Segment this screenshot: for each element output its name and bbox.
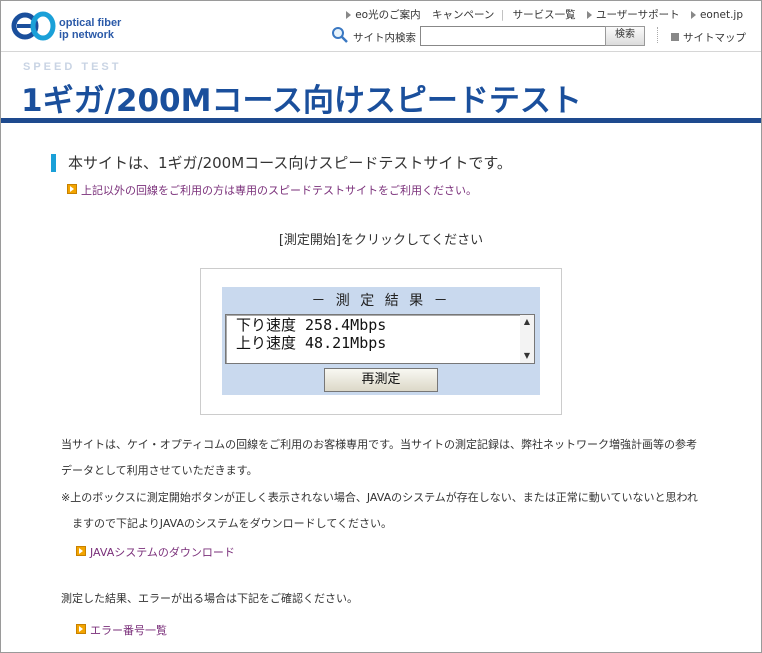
nav-eonet[interactable]: eonet.jp	[690, 9, 743, 21]
java-notice-line-2: ますので下記よりJAVAのシステムをダウンロードしてください。	[72, 517, 393, 530]
sitemap-link[interactable]: サイトマップ	[671, 30, 746, 45]
headline: 本サイトは、1ギガ/200Mコース向けスピードテストサイトです。	[51, 154, 512, 172]
result-scrollbar[interactable]: ▲ ▼	[520, 315, 534, 363]
error-notice: 測定した結果、エラーが出る場合は下記をご確認ください。	[61, 592, 358, 605]
search-input[interactable]	[420, 26, 606, 46]
upload-speed: 上り速度 48.21Mbps	[236, 334, 387, 352]
arrow-bullet-icon	[76, 624, 86, 634]
logo-text: optical fiber ip network	[59, 17, 121, 41]
nav-user-support-label: ユーザーサポート	[596, 9, 680, 21]
top-navigation: eo光のご案内 キャンペーン | サービス一覧 ユーザーサポート eonet.j…	[338, 7, 743, 22]
search-button[interactable]: 検索	[605, 26, 645, 46]
eo-logo-mark-icon	[11, 11, 56, 41]
page-title: 1ギガ/200Mコース向けスピードテスト	[21, 83, 582, 119]
note-text: 上記以外の回線をご利用の方は専用のスピードテストサイトをご利用ください。	[81, 184, 477, 197]
retest-button[interactable]: 再測定	[324, 368, 438, 392]
java-download-link[interactable]: JAVAシステムのダウンロード	[76, 544, 235, 560]
usage-notice: 当サイトは、ケイ・オプティコムの回線をご利用のお客様専用です。当サイトの測定記録…	[61, 432, 721, 484]
error-code-list-link[interactable]: エラー番号一覧	[76, 622, 167, 638]
result-lines: 下り速度 258.4Mbps 上り速度 48.21Mbps	[236, 316, 386, 352]
nav-separator: |	[500, 9, 505, 21]
nav-service-list[interactable]: サービス一覧	[513, 9, 576, 21]
instruction-text: [測定開始]をクリックしてください	[278, 233, 484, 248]
nav-campaign[interactable]: キャンペーン	[432, 9, 494, 21]
speedtest-applet: － 測 定 結 果 － 下り速度 258.4Mbps 上り速度 48.21Mbps…	[200, 268, 562, 415]
eo-logo[interactable]: optical fiber ip network	[11, 9, 123, 45]
nav-user-support[interactable]: ユーザーサポート	[587, 9, 680, 21]
nav-eo-hikari[interactable]: eo光のご案内	[346, 9, 421, 21]
triangle-right-icon	[690, 11, 696, 19]
usage-notice-line-2: データとして利用させていただきます。	[61, 464, 258, 477]
nav-eo-hikari-label: eo光のご案内	[355, 9, 421, 21]
result-textarea[interactable]: 下り速度 258.4Mbps 上り速度 48.21Mbps ▲ ▼	[225, 314, 535, 364]
java-download-label: JAVAシステムのダウンロード	[90, 546, 235, 559]
search-icon	[332, 27, 348, 43]
divider	[657, 27, 658, 43]
nav-eonet-label: eonet.jp	[699, 9, 743, 21]
section-label: SPEED TEST	[23, 61, 122, 73]
other-line-note-link[interactable]: 上記以外の回線をご利用の方は専用のスピードテストサイトをご利用ください。	[67, 182, 477, 198]
triangle-right-icon	[346, 11, 352, 19]
scroll-down-icon[interactable]: ▼	[523, 352, 531, 360]
arrow-bullet-icon	[76, 546, 86, 556]
logo-line-1: optical fiber	[59, 17, 122, 29]
logo-line-2: ip network	[59, 29, 115, 41]
error-code-list-label: エラー番号一覧	[90, 624, 167, 637]
sitemap-label: サイトマップ	[683, 32, 746, 44]
result-panel: － 測 定 結 果 － 下り速度 258.4Mbps 上り速度 48.21Mbps…	[222, 287, 540, 395]
download-speed: 下り速度 258.4Mbps	[236, 316, 387, 334]
usage-notice-line-1: 当サイトは、ケイ・オプティコムの回線をご利用のお客様専用です。当サイトの測定記録…	[61, 438, 698, 451]
java-notice-line-1: ※上のボックスに測定開始ボタンが正しく表示されない場合、JAVAのシステムが存在…	[61, 491, 698, 504]
result-title: － 測 定 結 果 －	[311, 293, 451, 309]
triangle-right-icon	[587, 11, 593, 19]
sitemap-icon	[671, 33, 679, 41]
title-underline-bar	[1, 118, 761, 123]
search-label: サイト内検索	[353, 32, 416, 44]
java-notice: ※上のボックスに測定開始ボタンが正しく表示されない場合、JAVAのシステムが存在…	[61, 485, 721, 537]
header-divider	[1, 51, 761, 52]
arrow-bullet-icon	[67, 184, 77, 194]
page-frame: optical fiber ip network eo光のご案内 キャンペーン …	[0, 0, 762, 653]
scroll-up-icon[interactable]: ▲	[523, 318, 531, 326]
